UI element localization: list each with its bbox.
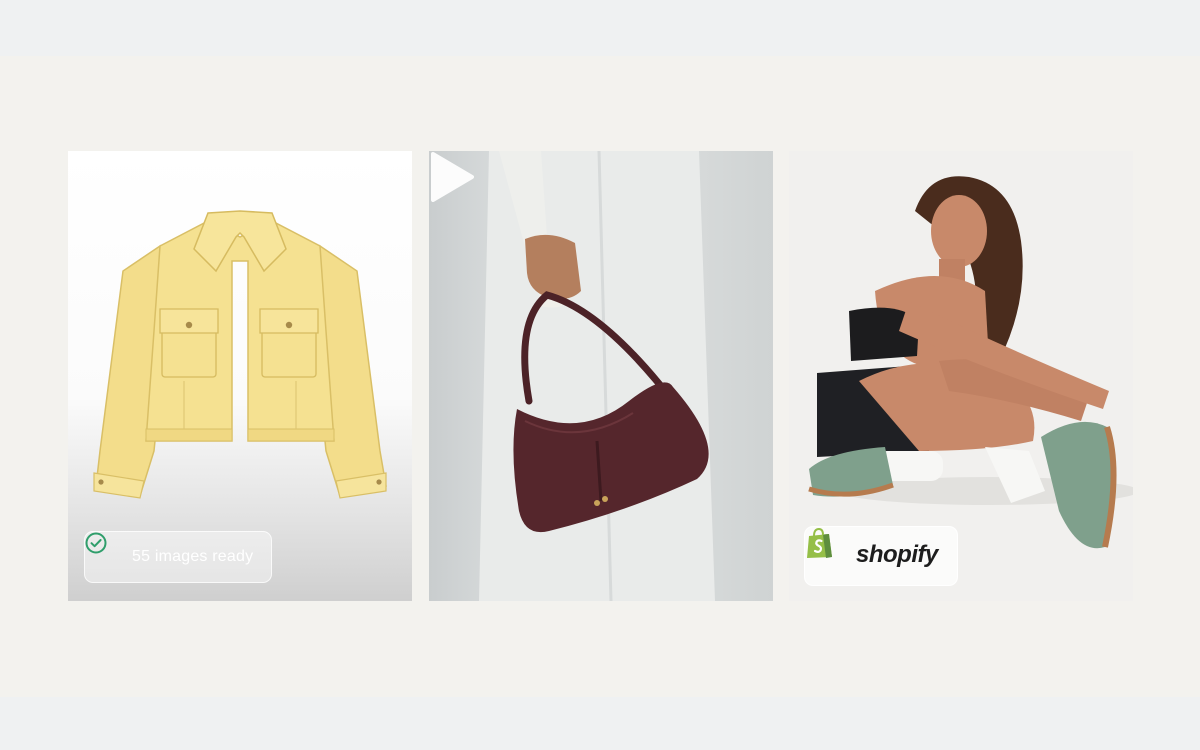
- images-ready-label: 55 images ready: [132, 548, 254, 565]
- shopify-bag-icon: [807, 527, 832, 558]
- sneakers-lifestyle-card[interactable]: shopify: [789, 151, 1133, 601]
- shopify-badge[interactable]: shopify: [804, 526, 958, 586]
- play-icon[interactable]: [429, 151, 475, 203]
- images-ready-badge: 55 images ready: [84, 531, 272, 583]
- bottom-band: [0, 697, 1200, 750]
- top-band: [0, 0, 1200, 56]
- shopify-wordmark: shopify: [856, 541, 938, 568]
- handbag-video-thumbnail: [479, 151, 715, 601]
- handbag-video-card[interactable]: [429, 151, 773, 601]
- jacket-image-card[interactable]: 55 images ready: [68, 151, 412, 601]
- check-circle-icon: [85, 532, 107, 554]
